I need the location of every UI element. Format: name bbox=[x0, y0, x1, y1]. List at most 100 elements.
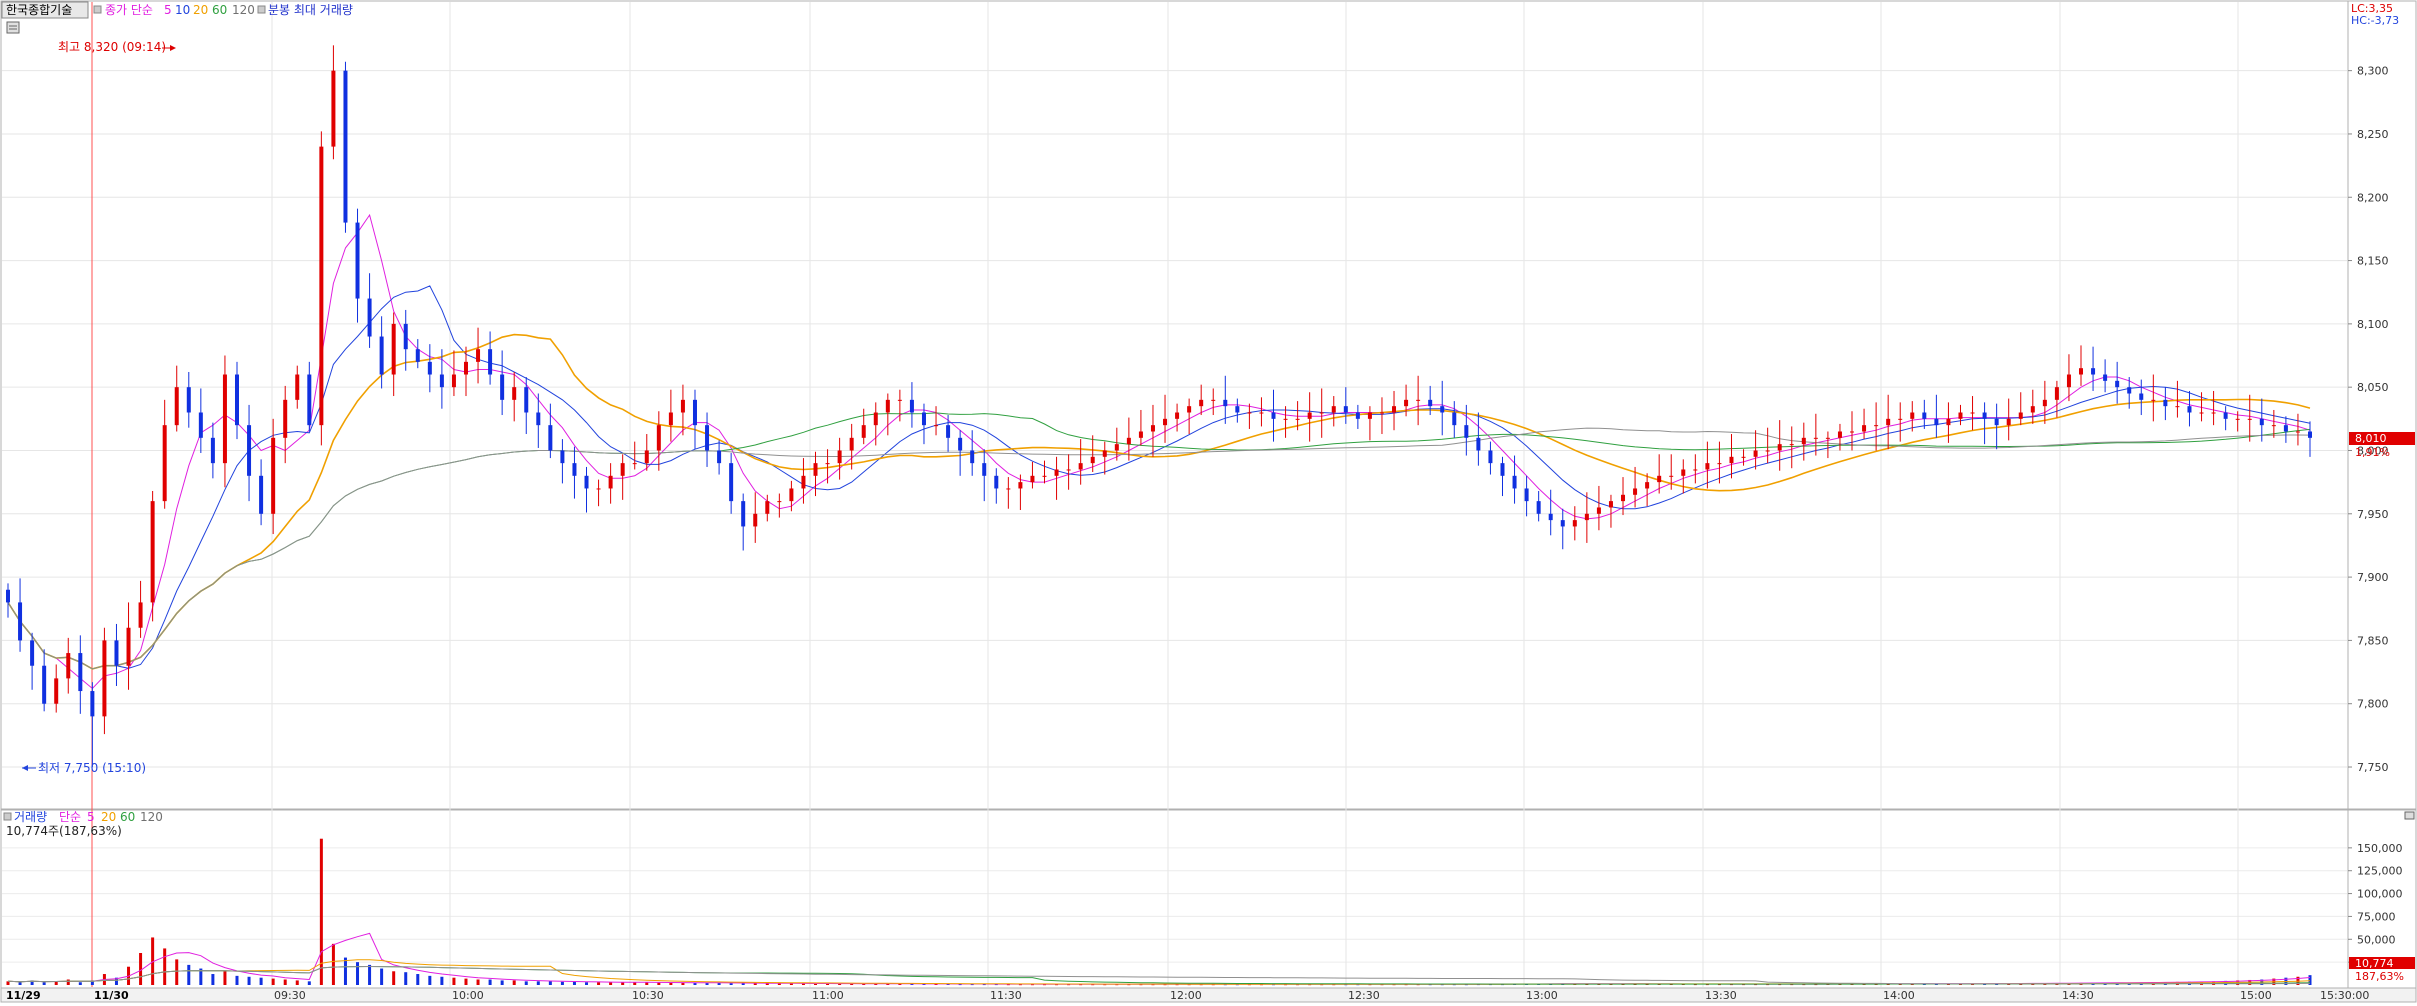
volume-bar bbox=[139, 953, 143, 985]
candle-body bbox=[1367, 412, 1372, 419]
candle-body bbox=[18, 602, 23, 641]
candle-body bbox=[837, 450, 842, 464]
candle-body bbox=[1440, 406, 1445, 413]
candle-body bbox=[1163, 418, 1168, 426]
candle-body bbox=[6, 589, 10, 603]
candle-body bbox=[1524, 488, 1529, 502]
candle-body bbox=[1199, 399, 1204, 407]
time-tick-label: 15:00 bbox=[2240, 989, 2272, 1002]
volume-current-text: 10,774주(187,63%) bbox=[6, 824, 122, 838]
volume-bar bbox=[609, 982, 613, 985]
candle-body bbox=[1705, 463, 1710, 470]
candle-body bbox=[2030, 406, 2035, 413]
candle-body bbox=[1608, 501, 1613, 508]
candle-body bbox=[2018, 412, 2023, 419]
candle-body bbox=[102, 640, 107, 717]
candle-body bbox=[90, 691, 95, 717]
ma-period-5: 5 bbox=[164, 3, 172, 17]
time-tick-label: 12:00 bbox=[1170, 989, 1202, 1002]
candle-body bbox=[1958, 412, 1963, 419]
current-price-text: 8,010 bbox=[2355, 432, 2387, 445]
ma-toggle-icon[interactable] bbox=[93, 5, 102, 14]
price-tick-label: 7,850 bbox=[2357, 634, 2389, 647]
candle-body bbox=[210, 437, 215, 464]
volume-bar bbox=[175, 959, 179, 985]
candle-body bbox=[186, 387, 191, 413]
candle-body bbox=[801, 475, 806, 489]
panel-menu-icon[interactable] bbox=[6, 21, 20, 34]
candle-body bbox=[2235, 418, 2240, 420]
price-tick-label: 8,150 bbox=[2357, 255, 2389, 268]
volume-bar bbox=[548, 981, 552, 985]
candle-body bbox=[367, 298, 372, 337]
candle-body bbox=[1886, 418, 1891, 426]
candle-body bbox=[1813, 437, 1818, 439]
current-ratio-text: 187,63% bbox=[2355, 970, 2404, 983]
time-tick-label: 09:30 bbox=[274, 989, 306, 1002]
candle-body bbox=[1138, 431, 1143, 438]
candle-body bbox=[174, 387, 179, 426]
candle-body bbox=[1741, 456, 1746, 458]
hc-label: HC:-3,73 bbox=[2351, 14, 2399, 27]
candle-body bbox=[729, 463, 734, 502]
time-tick-label: 14:30 bbox=[2062, 989, 2094, 1002]
candle-body bbox=[789, 488, 794, 502]
time-tick-label: 10:30 bbox=[632, 989, 664, 1002]
volume-panel-menu-icon[interactable] bbox=[2404, 811, 2415, 820]
candle-body bbox=[42, 665, 47, 704]
candle-body bbox=[488, 349, 493, 375]
volume-bar bbox=[428, 975, 432, 985]
candle-body bbox=[1536, 501, 1541, 514]
candle-body bbox=[909, 399, 914, 413]
candle-body bbox=[1633, 488, 1638, 495]
candle-body bbox=[1355, 412, 1360, 419]
candle-body bbox=[1970, 412, 1975, 414]
candle-body bbox=[1837, 431, 1842, 438]
candle-body bbox=[463, 361, 468, 375]
candle-body bbox=[620, 463, 625, 476]
low-marker: 최저 7,750 (15:10) bbox=[22, 761, 146, 775]
candle-body bbox=[2271, 425, 2276, 427]
candle-body bbox=[825, 463, 830, 465]
candle-body bbox=[596, 488, 601, 490]
candle-body bbox=[331, 70, 336, 147]
volume-bar bbox=[18, 982, 22, 985]
candle-body bbox=[1235, 406, 1240, 413]
candle-body bbox=[656, 425, 661, 451]
stock-chart-window: 8,300 8,250 8,200 8,150 8,100 8,050 8,000 7,950… bbox=[0, 0, 2417, 1003]
candle-body bbox=[1476, 437, 1481, 451]
candle-body bbox=[1862, 425, 1867, 432]
candle-body bbox=[1126, 437, 1131, 445]
candle-body bbox=[2211, 412, 2216, 414]
candle-body bbox=[548, 425, 553, 451]
volume-bar bbox=[585, 982, 589, 985]
candle-body bbox=[1621, 494, 1626, 502]
ma-period-120: 120 bbox=[232, 3, 255, 17]
candle-body bbox=[1319, 412, 1324, 414]
time-tick-label: 13:00 bbox=[1526, 989, 1558, 1002]
price-tick-label: 7,750 bbox=[2357, 761, 2389, 774]
price-axis bbox=[2347, 0, 2417, 810]
candle-body bbox=[1307, 412, 1312, 419]
candle-body bbox=[2187, 406, 2192, 413]
volume-toggle-icon[interactable] bbox=[3, 812, 12, 821]
volume-bar bbox=[729, 983, 733, 985]
candle-body bbox=[1669, 475, 1674, 477]
candle-body bbox=[271, 437, 276, 514]
price-tick-label: 8,200 bbox=[2357, 191, 2389, 204]
volume-ma-20: 20 bbox=[101, 810, 116, 824]
volume-bar bbox=[380, 968, 384, 985]
candle-body bbox=[1006, 488, 1011, 490]
candle-body bbox=[2115, 380, 2120, 388]
price-tick-label: 7,800 bbox=[2357, 698, 2389, 711]
candle-body bbox=[1898, 418, 1903, 420]
candle-body bbox=[295, 374, 300, 400]
candle-body bbox=[2175, 406, 2180, 408]
mode-toggle-icon[interactable] bbox=[257, 5, 266, 14]
candle-body bbox=[259, 475, 264, 514]
candle-body bbox=[1379, 412, 1384, 414]
candle-body bbox=[1175, 412, 1180, 419]
volume-bar bbox=[368, 964, 372, 985]
candle-body bbox=[2006, 418, 2011, 426]
candle-body bbox=[1211, 399, 1216, 401]
